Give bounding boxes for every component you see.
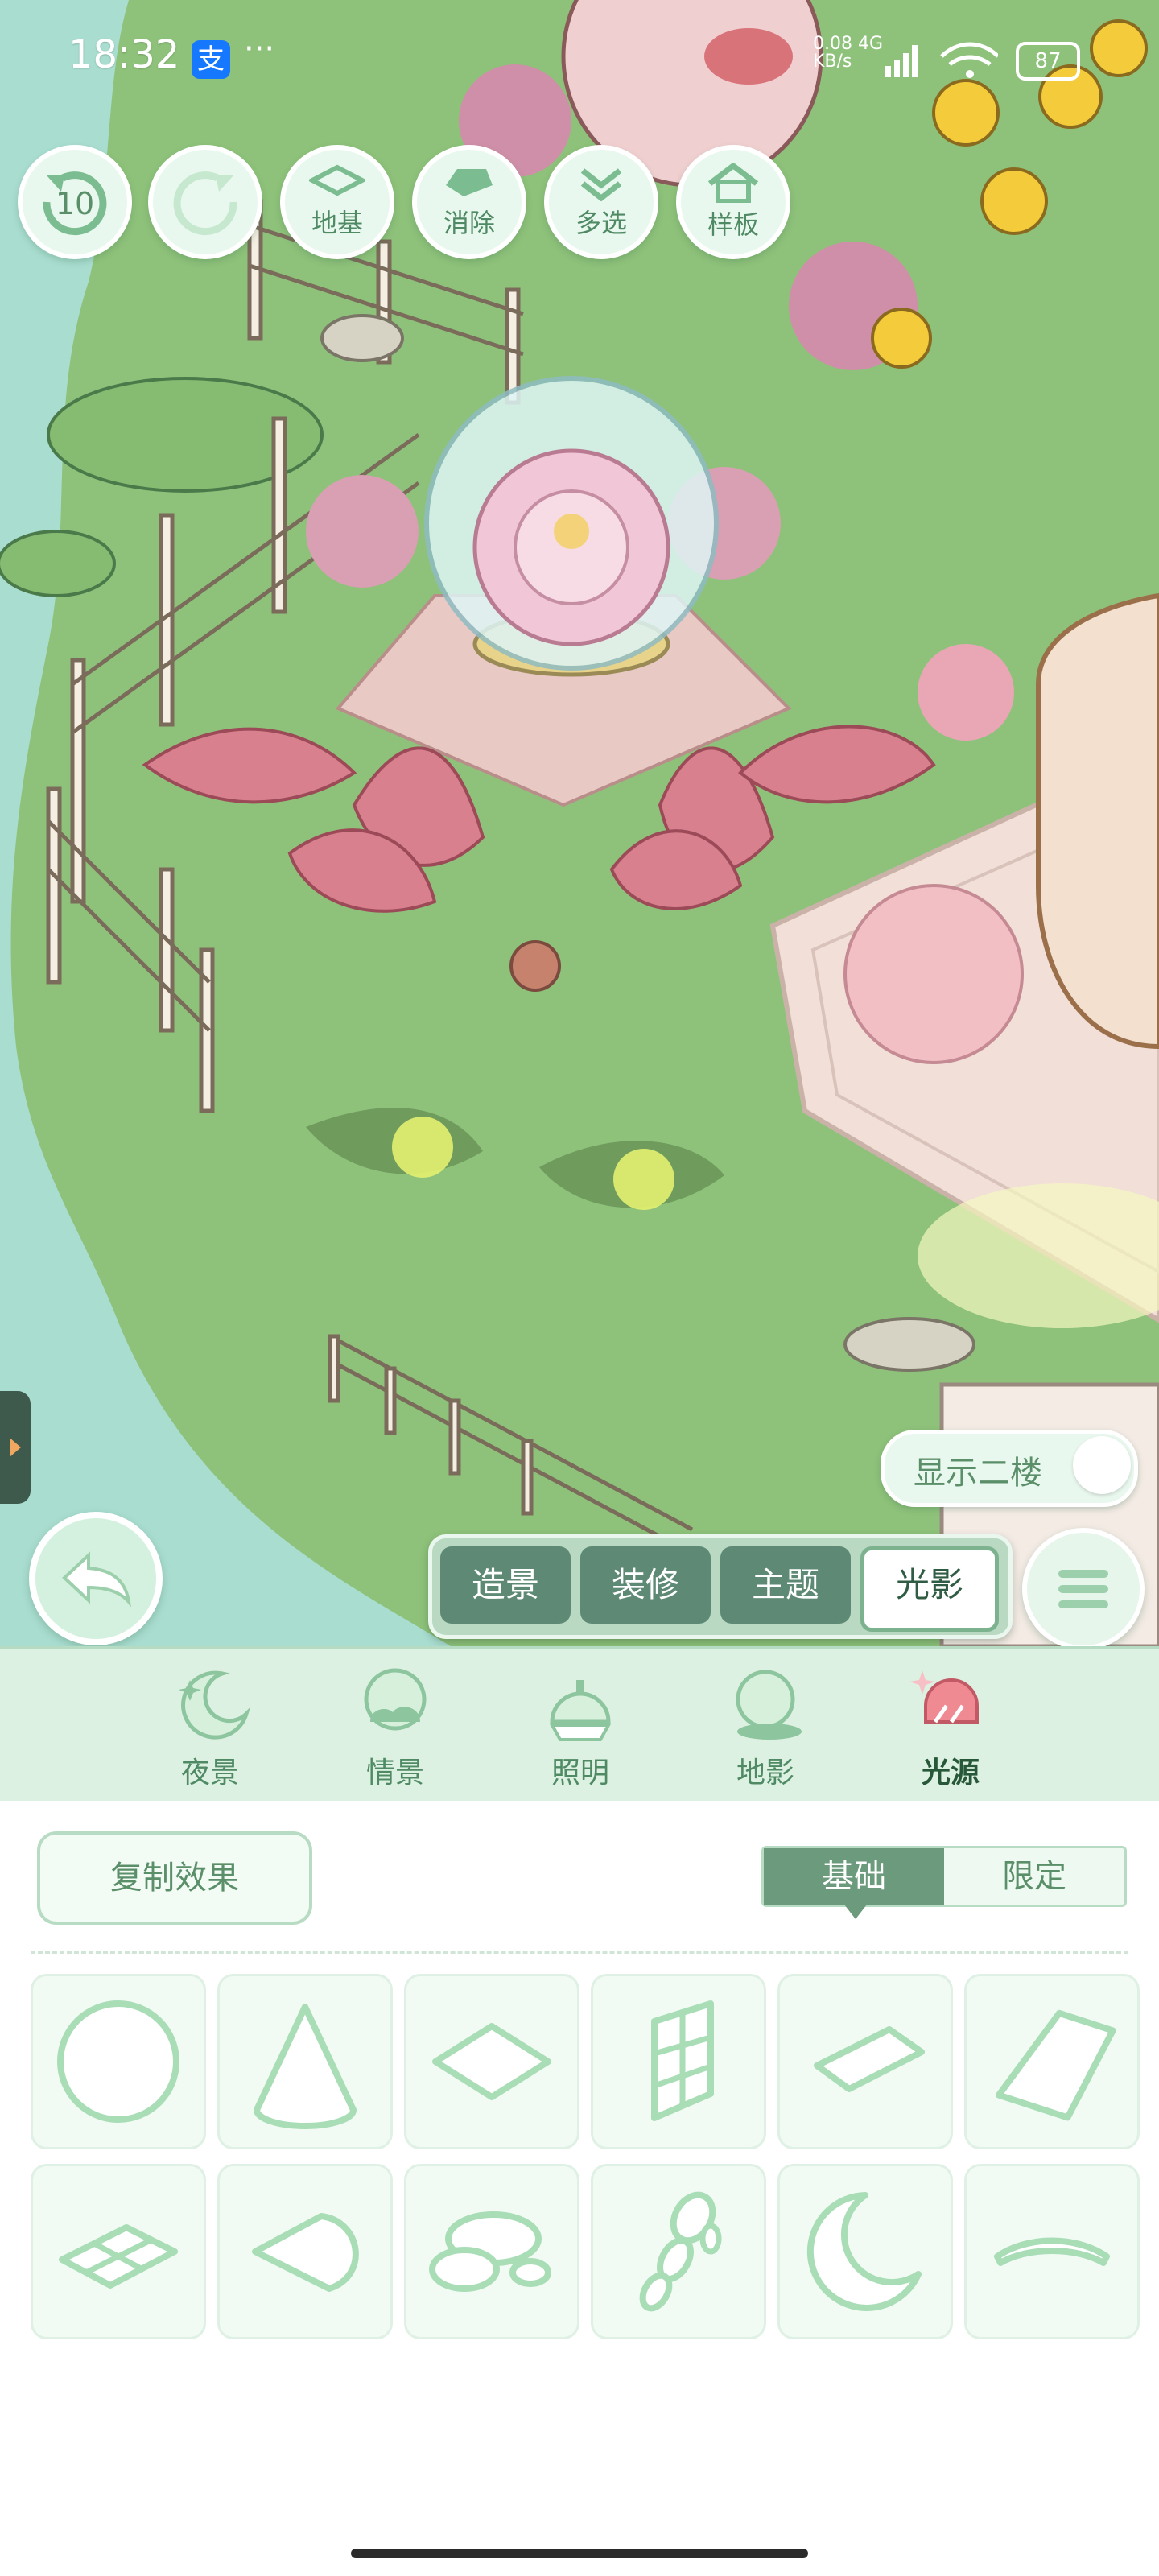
flat-diamond-shape-icon: [814, 2026, 925, 2092]
return-arrow-icon: [62, 1551, 131, 1607]
category-label: 夜景: [180, 1757, 239, 1790]
toggle-knob: [1073, 1436, 1131, 1494]
side-drawer-handle[interactable]: [0, 1391, 31, 1504]
shape-tile-grid[interactable]: [31, 2164, 206, 2339]
undo-count: 10: [56, 186, 94, 221]
more-notifications-icon: ···: [244, 31, 275, 68]
shape-window[interactable]: [591, 1974, 766, 2149]
signal-wifi-icon: [885, 42, 998, 78]
trapezoid-shape-icon: [995, 2009, 1116, 2121]
copy-effect-button[interactable]: 复制效果: [37, 1831, 312, 1925]
menu-button[interactable]: [1022, 1528, 1145, 1650]
segment-limited[interactable]: 限定: [944, 1848, 1124, 1905]
redo-button[interactable]: [148, 145, 262, 259]
status-bar: 18:32 支 ··· 0.08 4G KB/s 87: [0, 24, 1159, 97]
multi-select-icon: [580, 168, 622, 201]
category-label: 光源: [921, 1757, 980, 1790]
segment-basic[interactable]: 基础: [764, 1848, 944, 1919]
moon-icon: [179, 1670, 251, 1740]
undo-button[interactable]: 10: [18, 145, 132, 259]
shape-bubbles[interactable]: [591, 2164, 766, 2339]
back-button[interactable]: [29, 1512, 163, 1645]
house-template-icon: [707, 163, 759, 203]
eraser-icon: [446, 169, 493, 196]
multi-select-label: 多选: [575, 208, 627, 238]
shadow-icon: [736, 1670, 802, 1740]
window-shape-icon: [651, 2000, 714, 2121]
arc-shape-icon: [994, 2237, 1110, 2266]
net-speed-unit: KB/s: [813, 52, 852, 72]
diamond-shape-icon: [432, 2023, 551, 2100]
redo-icon: [173, 171, 237, 236]
shape-flat-diamond[interactable]: [777, 1974, 953, 2149]
home-indicator[interactable]: [351, 2549, 808, 2558]
hamburger-icon: [1058, 1570, 1108, 1608]
weather-icon: [364, 1668, 427, 1731]
leaf-shape-icon: [252, 2213, 359, 2292]
crescent-shape-icon: [806, 2192, 922, 2311]
tile-grid-shape-icon: [59, 2224, 178, 2289]
lamp-icon: [549, 1680, 612, 1741]
category-ground-shadow[interactable]: 地影: [705, 1666, 826, 1794]
dashed-divider: [31, 1951, 1128, 1954]
shape-cone[interactable]: [217, 1974, 393, 2149]
category-scenario[interactable]: 情景: [335, 1666, 456, 1794]
tab-light-shadow[interactable]: 光影: [860, 1546, 999, 1632]
erase-button[interactable]: 消除: [412, 145, 526, 259]
net-type: 4G: [857, 34, 884, 54]
category-label: 地影: [736, 1757, 794, 1790]
multi-select-button[interactable]: 多选: [544, 145, 658, 259]
net-speed: 0.08 4G KB/s: [813, 35, 883, 71]
status-time: 18:32: [68, 32, 180, 77]
shape-trapezoid[interactable]: [964, 1974, 1140, 2149]
shape-arc[interactable]: [964, 2164, 1140, 2339]
tab-theme[interactable]: 主题: [720, 1546, 851, 1624]
mode-tab-bar: 造景 装修 主题 光影: [428, 1534, 1013, 1639]
shape-leaf[interactable]: [217, 2164, 393, 2339]
shape-circle[interactable]: [31, 1974, 206, 2149]
basic-limited-switch: 基础 限定: [761, 1846, 1127, 1919]
foundation-label: 地基: [311, 208, 363, 238]
category-label: 照明: [551, 1757, 609, 1790]
tab-decoration[interactable]: 装修: [580, 1546, 711, 1624]
erase-label: 消除: [443, 208, 495, 238]
alipay-icon: 支: [192, 40, 230, 79]
shape-cloud[interactable]: [404, 2164, 580, 2339]
category-strip: 夜景 情景 照明 地影 光源: [0, 1646, 1159, 1804]
light-source-icon: [909, 1670, 979, 1724]
category-lighting[interactable]: 照明: [520, 1666, 641, 1794]
category-night-scene[interactable]: 夜景: [150, 1666, 270, 1794]
battery-indicator: 87: [1016, 42, 1080, 80]
tab-landscape[interactable]: 造景: [440, 1546, 571, 1624]
shape-crescent[interactable]: [777, 2164, 953, 2339]
cloud-shape-icon: [429, 2211, 551, 2292]
cone-shape-icon: [254, 2004, 357, 2129]
undo-icon: 10: [43, 171, 107, 236]
light-source-panel: 复制效果 基础 限定: [0, 1801, 1159, 2576]
shape-diamond[interactable]: [404, 1974, 580, 2149]
foundation-icon: [309, 164, 365, 196]
show-second-floor-label: 显示二楼: [914, 1455, 1042, 1492]
category-label: 情景: [365, 1757, 424, 1790]
circle-shape-icon: [57, 2000, 179, 2123]
show-second-floor-toggle[interactable]: 显示二楼: [881, 1430, 1138, 1507]
bubbles-shape-icon: [639, 2191, 722, 2312]
foundation-button[interactable]: 地基: [280, 145, 394, 259]
template-label: 样板: [707, 209, 759, 240]
category-light-source[interactable]: 光源: [890, 1666, 1011, 1794]
template-button[interactable]: 样板: [676, 145, 790, 259]
